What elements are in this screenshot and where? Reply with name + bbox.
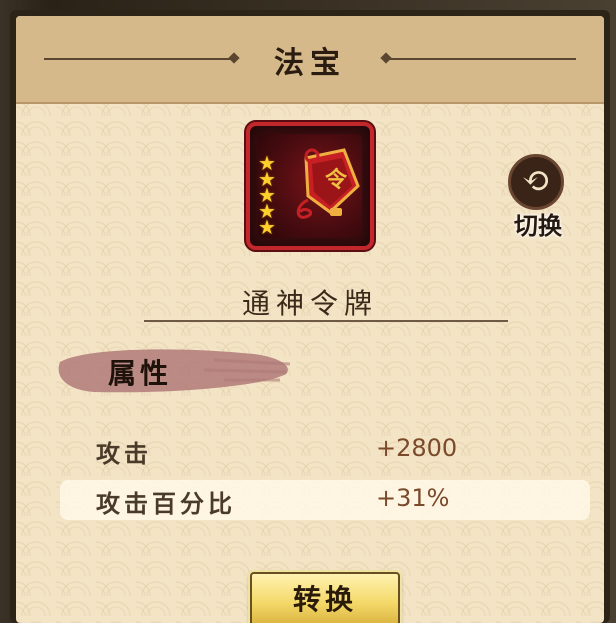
stat-value: +2800 — [376, 434, 458, 462]
token-icon: 令 — [286, 146, 366, 230]
convert-button[interactable]: 转换 — [250, 572, 400, 623]
star-icon: ★ — [258, 215, 276, 239]
item-icon-frame[interactable]: ★ ★ ★ ★ ★ 令 — [246, 122, 374, 250]
stat-value: +31% — [376, 484, 450, 512]
panel-header: 法宝 — [16, 16, 604, 104]
token-glyph: 令 — [324, 167, 347, 193]
item-name-divider — [144, 320, 508, 322]
item-name: 通神令牌 — [241, 287, 378, 320]
header-divider-right — [388, 58, 576, 60]
treasure-panel: 法宝 ★ ★ ★ ★ ★ 令 ⟲ 切换 通神令牌 属性 攻击 +2800 攻击百… — [10, 10, 610, 623]
panel-body: 法宝 ★ ★ ★ ★ ★ 令 ⟲ 切换 通神令牌 属性 攻击 +2800 攻击百… — [16, 16, 604, 623]
swap-arrows-icon: ⟲ — [508, 154, 564, 210]
brush-stroke-decoration — [58, 349, 291, 393]
switch-button[interactable]: ⟲ 切换 — [502, 154, 574, 240]
stat-row-attack-percent: 攻击百分比 +31% — [60, 480, 590, 520]
switch-label: 切换 — [514, 211, 562, 240]
stat-name: 攻击百分比 — [96, 489, 236, 518]
attributes-heading: 属性 — [108, 357, 173, 390]
game-screen: 法宝 ★ ★ ★ ★ ★ 令 ⟲ 切换 通神令牌 属性 攻击 +2800 攻击百… — [0, 0, 616, 623]
panel-title: 法宝 — [274, 46, 346, 81]
stat-row-attack: 攻击 +2800 — [60, 430, 590, 470]
stat-name: 攻击 — [96, 439, 152, 468]
